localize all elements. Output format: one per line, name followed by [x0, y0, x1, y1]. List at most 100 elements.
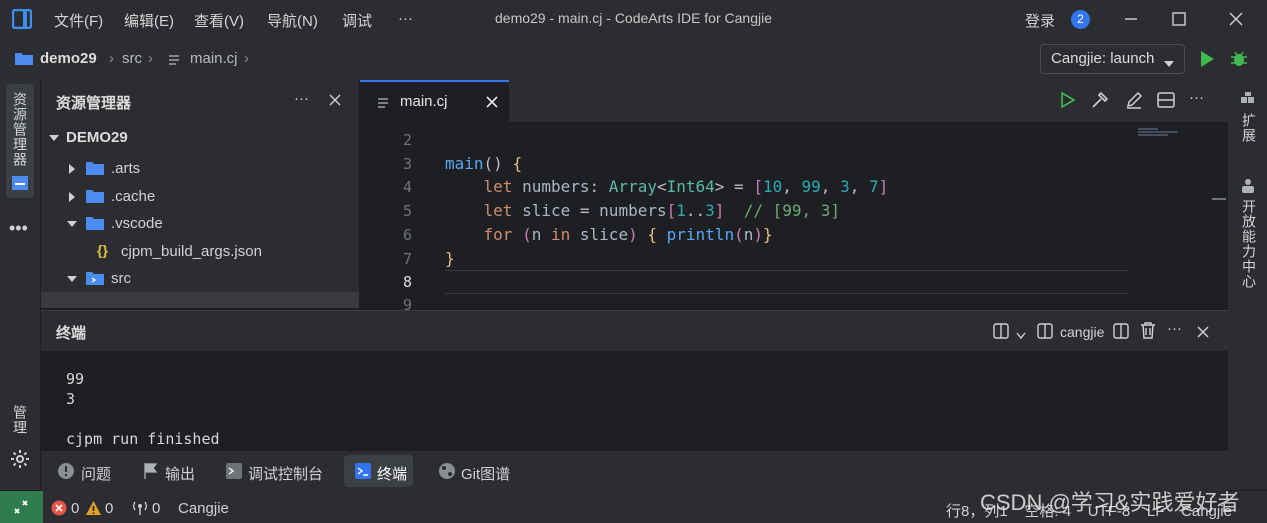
chevron-down-icon [67, 276, 77, 282]
menu-view[interactable]: 查看(V) [194, 10, 244, 31]
breadcrumb-separator: › [109, 50, 114, 67]
tab-label: main.cj [400, 93, 448, 110]
activity-manage-label[interactable]: 管理 [10, 405, 30, 435]
chevron-down-icon[interactable] [1016, 327, 1026, 343]
panel-tab-debug-console[interactable]: 调试控制台 [248, 463, 323, 484]
tree-item-src[interactable]: src [41, 265, 359, 292]
line-number: 6 [402, 226, 412, 244]
warning-count[interactable]: 0 [105, 500, 113, 517]
breadcrumb-file[interactable]: main.cj [190, 50, 238, 67]
src-folder-icon [86, 272, 104, 285]
debug-console-icon [225, 462, 243, 483]
more-icon[interactable]: ••• [9, 218, 28, 239]
run-file-icon[interactable] [1061, 91, 1076, 111]
tree-item-cache[interactable]: .cache [41, 183, 359, 210]
menu-debug[interactable]: 调试 [342, 10, 372, 31]
trash-icon[interactable] [1140, 322, 1156, 342]
open-ability-icon[interactable] [1240, 178, 1256, 197]
file-lines-icon [377, 96, 389, 112]
tree-root[interactable]: DEMO29 [41, 124, 359, 151]
terminal-profile-icon [1037, 323, 1053, 342]
current-line-highlight [445, 270, 1129, 294]
error-count[interactable]: 0 [71, 500, 79, 517]
menu-edit[interactable]: 编辑(E) [124, 10, 174, 31]
language-indicator[interactable]: Cangjie [178, 500, 229, 517]
edit-pencil-icon[interactable] [1125, 91, 1143, 112]
split-editor-icon[interactable] [1157, 92, 1175, 111]
menu-file[interactable]: 文件(F) [54, 10, 103, 31]
code-line-5: let slice = numbers[1..3] // [99, 3] [483, 201, 841, 220]
breadcrumb-separator: › [148, 50, 153, 67]
json-braces-icon: {} [97, 242, 108, 258]
explorer-close-icon[interactable] [329, 93, 341, 109]
tree-item-vscode[interactable]: .vscode [41, 210, 359, 237]
menu-navigate[interactable]: 导航(N) [267, 10, 318, 31]
build-hammer-icon[interactable] [1091, 91, 1109, 112]
chevron-down-icon [1163, 55, 1175, 71]
explorer-title: 资源管理器 [56, 95, 132, 112]
menu-more[interactable]: ··· [398, 10, 413, 27]
terminal-profile-name[interactable]: cangjie [1060, 324, 1104, 340]
code-line-3: main() { [445, 154, 523, 173]
folder-open-icon [86, 217, 104, 230]
notification-badge[interactable]: 2 [1071, 10, 1090, 29]
folder-icon [86, 162, 104, 175]
panel-tab-terminal[interactable]: 终端 [377, 463, 407, 484]
tree-item-label: src [111, 270, 131, 287]
line-number-current: 8 [402, 273, 412, 291]
editor-more-icon[interactable]: ··· [1189, 89, 1204, 106]
breadcrumb-separator: › [244, 50, 249, 67]
chevron-down-icon [49, 135, 59, 141]
breadcrumb-project[interactable]: demo29 [40, 50, 97, 67]
line-number: 7 [402, 250, 412, 268]
chevron-down-icon [67, 221, 77, 227]
code-line-7: } [445, 249, 455, 268]
folder-icon [86, 190, 104, 203]
terminal-title: 终端 [56, 325, 87, 342]
tree-item-label: .arts [111, 160, 141, 177]
minimize-icon[interactable] [1120, 8, 1142, 30]
terminal-output-line: cjpm run finished [66, 430, 220, 448]
code-line-4: let numbers: Array<Int64> = [10, 99, 3, … [483, 177, 889, 196]
breadcrumb-folder[interactable]: src [122, 50, 142, 67]
tab-close-icon[interactable] [486, 95, 498, 111]
split-pane-icon[interactable] [1113, 323, 1129, 342]
tree-item-label: cjpm_build_args.json [121, 243, 262, 260]
extensions-label[interactable]: 扩展 [1239, 113, 1259, 143]
panel-tab-output[interactable]: 输出 [165, 463, 195, 484]
app-logo-icon [11, 8, 33, 30]
line-number: 5 [402, 202, 412, 220]
scrollbar-marker[interactable] [1212, 198, 1226, 200]
panel-tab-git-graph[interactable]: Git图谱 [461, 463, 510, 484]
terminal-output-line: 3 [66, 390, 76, 408]
login-button[interactable]: 登录 [1025, 10, 1055, 31]
tree-item-arts[interactable]: .arts [41, 155, 359, 182]
code-line-6: for (n in slice) { println(n)} [483, 225, 773, 244]
tree-item-cjpm-build-args[interactable]: {} cjpm_build_args.json [41, 238, 359, 265]
output-flag-icon [143, 462, 159, 483]
split-terminal-icon[interactable] [993, 323, 1009, 342]
terminal-output-line: 99 [66, 370, 85, 388]
remote-icon [13, 499, 29, 518]
line-number: 4 [402, 178, 412, 196]
gear-icon[interactable] [10, 449, 30, 472]
close-window-icon[interactable] [1225, 8, 1247, 30]
run-icon[interactable] [1199, 50, 1215, 71]
tree-item-label: .vscode [111, 215, 163, 232]
error-icon [51, 500, 67, 519]
panel-more-icon[interactable]: ··· [1167, 320, 1182, 337]
debug-bug-icon[interactable] [1229, 49, 1249, 72]
folder-icon [14, 50, 34, 69]
explorer-more-icon[interactable]: ··· [294, 90, 309, 107]
minimap[interactable] [1136, 124, 1184, 136]
ports-antenna-icon [131, 500, 149, 519]
panel-tab-problems[interactable]: 问题 [81, 463, 111, 484]
panel-close-icon[interactable] [1197, 325, 1209, 341]
extensions-icon[interactable] [1240, 92, 1256, 111]
activity-explorer-label: 资源管理器 [12, 92, 28, 167]
open-ability-label[interactable]: 开放能力中心 [1239, 199, 1259, 289]
maximize-icon[interactable] [1168, 8, 1190, 30]
tree-item-selected-partial[interactable] [41, 292, 359, 308]
explorer-folder-icon [12, 176, 28, 193]
ports-count[interactable]: 0 [152, 500, 160, 517]
